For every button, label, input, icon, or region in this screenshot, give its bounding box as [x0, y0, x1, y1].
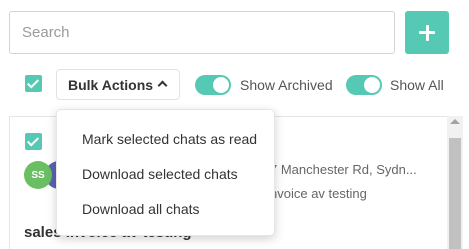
scrollbar-thumb[interactable] — [449, 138, 461, 249]
scrollbar[interactable] — [447, 116, 463, 249]
select-all-checkbox[interactable] — [25, 75, 42, 92]
search-input[interactable] — [9, 11, 395, 54]
bulk-actions-menu: Mark selected chats as read Download sel… — [56, 109, 275, 236]
bulk-actions-label: Bulk Actions — [68, 76, 154, 93]
bulk-actions-button[interactable]: Bulk Actions — [56, 69, 180, 100]
chat-subject: nvoice av testing — [270, 186, 367, 201]
toggle-knob — [213, 77, 229, 93]
chat-row-checkbox[interactable] — [25, 133, 42, 150]
toggle-knob — [364, 77, 380, 93]
scroll-up-arrow-icon[interactable] — [450, 119, 460, 124]
show-archived-label: Show Archived — [240, 77, 333, 93]
menu-item-download-selected[interactable]: Download selected chats — [57, 159, 274, 194]
menu-item-mark-read[interactable]: Mark selected chats as read — [57, 124, 274, 159]
chevron-up-icon — [157, 80, 168, 91]
show-all-label: Show All — [390, 77, 444, 93]
add-chat-button[interactable] — [405, 11, 449, 54]
avatar: SS — [24, 161, 52, 189]
show-archived-toggle[interactable] — [195, 75, 231, 95]
chat-address: 7 Manchester Rd, Sydn... — [270, 162, 417, 177]
show-all-toggle[interactable] — [346, 75, 382, 95]
menu-item-download-all[interactable]: Download all chats — [57, 194, 274, 229]
